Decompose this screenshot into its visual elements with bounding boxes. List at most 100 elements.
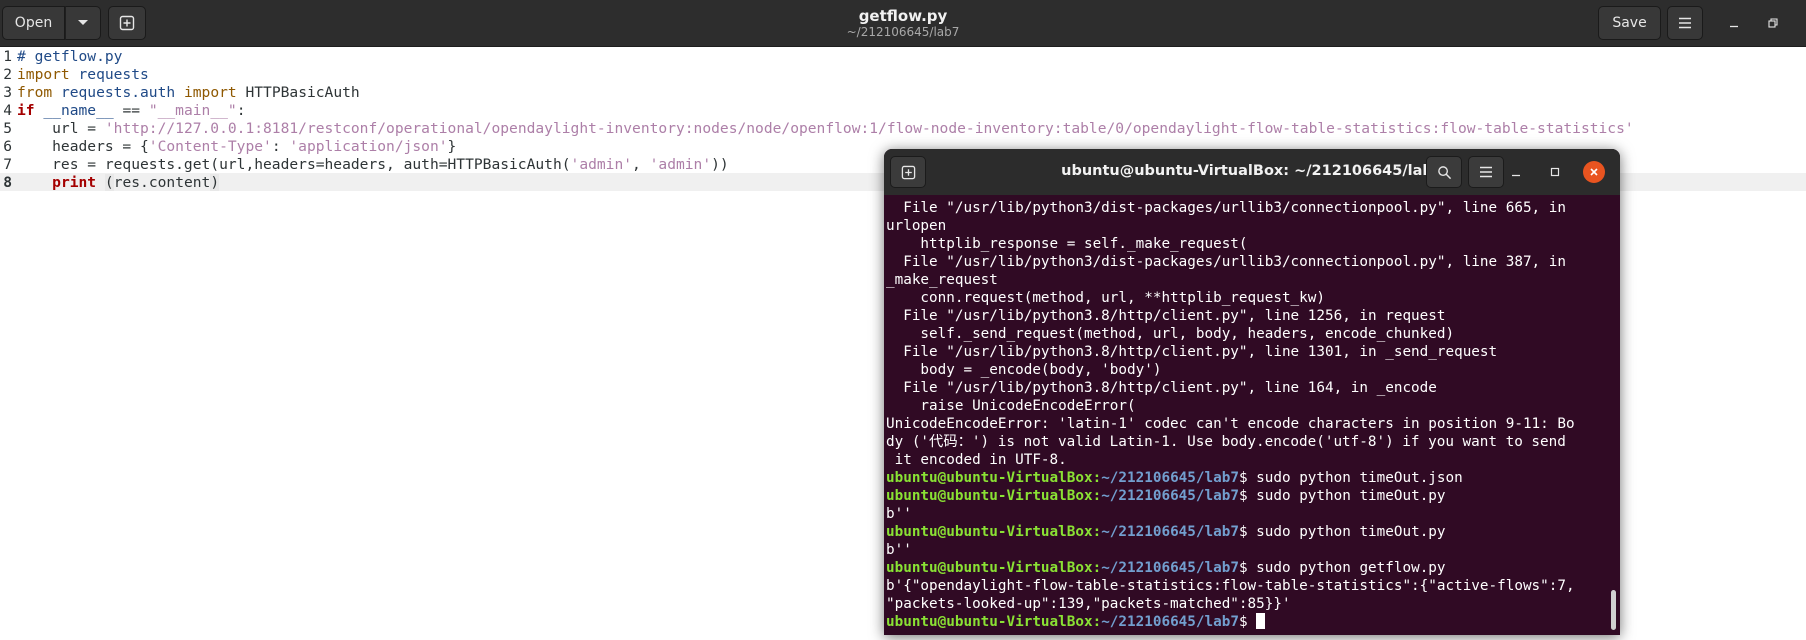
prompt-path: ~/212106645/lab7 <box>1101 488 1239 504</box>
minimize-icon <box>1730 25 1738 28</box>
code-token: "__main__" <box>148 102 237 119</box>
output-text: body = _encode(body, 'body') <box>886 362 1162 378</box>
save-button[interactable]: Save <box>1598 6 1661 40</box>
command-text: sudo python timeOut.json <box>1256 470 1463 486</box>
terminal-line: UnicodeEncodeError: 'latin-1' codec can'… <box>886 415 1606 433</box>
terminal-scrollbar[interactable] <box>1611 590 1616 630</box>
line-number: 1 <box>3 48 12 65</box>
code-token: == <box>113 102 149 119</box>
window-title: getflow.py <box>858 7 948 25</box>
output-text: UnicodeEncodeError: 'latin-1' codec can'… <box>886 416 1575 432</box>
code-token: ) <box>210 174 220 191</box>
code-token: import <box>17 66 70 83</box>
prompt-user: ubuntu@ubuntu-VirtualBox <box>886 560 1093 576</box>
output-text: File "/usr/lib/python3.8/http/client.py"… <box>886 344 1498 360</box>
command-text: sudo python getflow.py <box>1256 560 1446 576</box>
terminal-line: ubuntu@ubuntu-VirtualBox:~/212106645/lab… <box>886 559 1606 577</box>
code-token: ( <box>104 174 114 191</box>
prompt-symbol: $ <box>1238 614 1257 630</box>
code-token: , <box>632 156 650 173</box>
terminal-line: httplib_response = self._make_request( <box>886 235 1606 253</box>
new-tab-icon <box>119 15 135 31</box>
output-text: File "/usr/lib/python3/dist-packages/url… <box>886 254 1566 270</box>
prompt-path: ~/212106645/lab7 <box>1101 470 1239 486</box>
minimize-icon <box>1512 174 1520 177</box>
terminal-line: self._send_request(method, url, body, he… <box>886 325 1606 343</box>
code-token: res.content <box>113 174 211 191</box>
terminal-line: File "/usr/lib/python3/dist-packages/url… <box>886 253 1606 271</box>
terminal-cursor <box>1256 613 1266 629</box>
code-token: 'admin' <box>649 156 712 173</box>
prompt-user: ubuntu@ubuntu-VirtualBox <box>886 614 1093 630</box>
line-number: 8 <box>3 174 12 191</box>
terminal-output[interactable]: File "/usr/lib/python3/dist-packages/url… <box>886 199 1606 631</box>
terminal-close-button[interactable] <box>1583 161 1605 183</box>
terminal-line: ubuntu@ubuntu-VirtualBox:~/212106645/lab… <box>886 469 1606 487</box>
terminal-line: File "/usr/lib/python3.8/http/client.py"… <box>886 343 1606 361</box>
line-number: 4 <box>3 102 12 119</box>
code-token: } <box>447 138 457 155</box>
terminal-line: File "/usr/lib/python3.8/http/client.py"… <box>886 307 1606 325</box>
command-text: sudo python timeOut.py <box>1256 488 1446 504</box>
terminal-maximize-button[interactable] <box>1544 161 1566 183</box>
code-token: requests.auth <box>52 84 176 101</box>
output-text: dy ('代码：') is not valid Latin-1. Use bod… <box>886 434 1566 450</box>
code-line[interactable]: 2 import requests <box>0 66 1634 84</box>
terminal-line: conn.request(method, url, **httplib_requ… <box>886 289 1606 307</box>
terminal-line: body = _encode(body, 'body') <box>886 361 1606 379</box>
code-token: HTTPBasicAuth <box>236 84 360 101</box>
chevron-down-icon <box>78 20 88 25</box>
prompt-path: ~/212106645/lab7 <box>1101 560 1239 576</box>
code-line[interactable]: 4 if __name__ == "__main__": <box>0 102 1634 120</box>
code-token: __name__ <box>43 102 114 119</box>
terminal-line: ubuntu@ubuntu-VirtualBox:~/212106645/lab… <box>886 613 1606 631</box>
output-text: b'{"opendaylight-flow-table-statistics:f… <box>886 578 1575 594</box>
terminal-line: it encoded in UTF-8. <box>886 451 1606 469</box>
output-text: b'' <box>886 506 912 522</box>
code-line[interactable]: 5 url = 'http://127.0.0.1:8181/restconf/… <box>0 120 1634 138</box>
code-token: import <box>183 84 237 101</box>
code-token: res = requests.get(url,headers=headers, … <box>17 156 571 173</box>
output-text: File "/usr/lib/python3/dist-packages/url… <box>886 200 1566 216</box>
prompt-symbol: $ <box>1238 470 1257 486</box>
open-button[interactable]: Open <box>2 6 65 40</box>
terminal-window[interactable]: ubuntu@ubuntu-VirtualBox: ~/212106645/la… <box>884 149 1620 635</box>
code-token: if <box>17 102 35 119</box>
terminal-line: File "/usr/lib/python3/dist-packages/url… <box>886 199 1606 217</box>
hamburger-icon <box>1480 166 1492 178</box>
code-line[interactable]: 3 from requests.auth import HTTPBasicAuth <box>0 84 1634 102</box>
code-line[interactable]: 1 # getflow.py <box>0 48 1634 66</box>
output-text: self._send_request(method, url, body, he… <box>886 326 1455 342</box>
new-tab-button[interactable] <box>108 6 146 40</box>
terminal-menu-button[interactable] <box>1468 156 1504 188</box>
terminal-header-bar: ubuntu@ubuntu-VirtualBox: ~/212106645/la… <box>884 149 1620 195</box>
terminal-line: b'' <box>886 541 1606 559</box>
output-text: it encoded in UTF-8. <box>886 452 1067 468</box>
window-subtitle: ~/212106645/lab7 <box>846 25 960 39</box>
minimize-button[interactable] <box>1723 12 1745 34</box>
command-text: sudo python timeOut.py <box>1256 524 1446 540</box>
line-number: 2 <box>3 66 12 83</box>
code-token: print <box>52 174 97 191</box>
header-bar: Open getflow.py ~/212106645/lab7 Save <box>0 0 1806 47</box>
terminal-search-button[interactable] <box>1426 156 1462 188</box>
terminal-minimize-button[interactable] <box>1505 161 1527 183</box>
terminal-line: raise UnicodeEncodeError( <box>886 397 1606 415</box>
terminal-line: ubuntu@ubuntu-VirtualBox:~/212106645/lab… <box>886 523 1606 541</box>
code-token: from <box>17 84 53 101</box>
code-token: # getflow.py <box>17 48 123 65</box>
search-icon <box>1437 165 1451 179</box>
line-number: 6 <box>3 138 12 155</box>
terminal-line: "packets-looked-up":139,"packets-matched… <box>886 595 1606 613</box>
terminal-line: File "/usr/lib/python3.8/http/client.py"… <box>886 379 1606 397</box>
open-recent-dropdown[interactable] <box>65 6 101 40</box>
output-text: File "/usr/lib/python3.8/http/client.py"… <box>886 308 1446 324</box>
code-token: url = <box>17 120 105 137</box>
prompt-user: ubuntu@ubuntu-VirtualBox <box>886 470 1093 486</box>
code-token: requests <box>69 66 149 83</box>
code-token: 'http://127.0.0.1:8181/restconf/operatio… <box>104 120 1634 137</box>
hamburger-menu-button[interactable] <box>1667 6 1703 40</box>
output-text: conn.request(method, url, **httplib_requ… <box>886 290 1325 306</box>
restore-button[interactable] <box>1762 12 1784 34</box>
